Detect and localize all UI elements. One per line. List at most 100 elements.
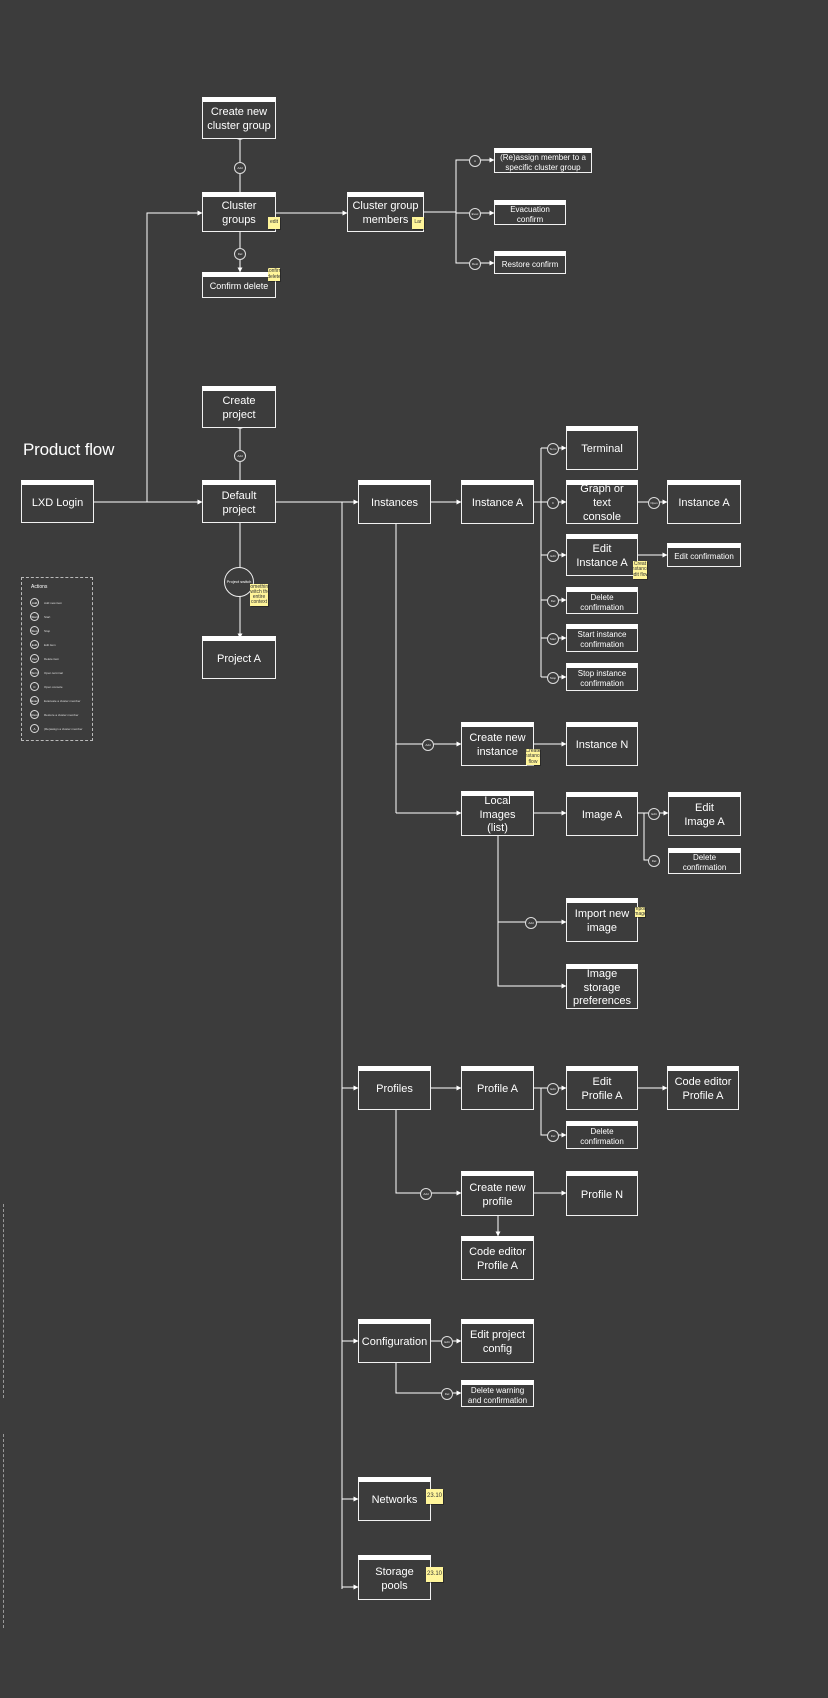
action-icon: Start (30, 612, 39, 621)
node-start-instance-confirmation[interactable]: Start instance confirmation (566, 624, 638, 652)
sticky-note: Confirm delete (268, 268, 280, 281)
legend-item: Rest Restore a cluster member (30, 710, 79, 719)
action-badge: Del (234, 248, 246, 260)
legend-item: Add Add new item (30, 598, 62, 607)
action-icon: Add (30, 598, 39, 607)
node-stop-instance-confirmation[interactable]: Stop instance confirmation (566, 663, 638, 691)
legend-item-label: Restore a cluster member (44, 712, 79, 717)
legend-item: Start Start (30, 612, 50, 621)
node-delete-warning[interactable]: Delete warning and confirmation (461, 1380, 534, 1407)
legend-item: Evac Evacuate a cluster member (30, 696, 81, 705)
node-storage-pools[interactable]: Storage pools (358, 1555, 431, 1600)
action-badge: Del (547, 1130, 559, 1142)
action-badge: Start (547, 633, 559, 645)
action-badge: Del (648, 855, 660, 867)
legend-item-label: (Re)assign a cluster member (44, 726, 83, 731)
sticky-note: Lar (412, 217, 424, 229)
node-create-project[interactable]: Create project (202, 386, 276, 428)
node-evacuation-confirm[interactable]: Evacuation confirm (494, 200, 566, 225)
node-code-editor-profile-a[interactable]: Code editor Profile A (667, 1066, 739, 1110)
node-reassign-member[interactable]: (Re)assign member to a specific cluster … (494, 148, 592, 173)
legend-item: C Open console (30, 682, 63, 691)
action-badge: Evac (469, 208, 481, 220)
action-badge: Add (234, 450, 246, 462)
node-cluster-groups[interactable]: Cluster groups (202, 192, 276, 232)
legend-item-label: Evacuate a cluster member (44, 698, 81, 703)
sticky-note: 23.10 (426, 1489, 443, 1504)
node-edit-profile-a[interactable]: Edit Profile A (566, 1066, 638, 1110)
action-icon: Evac (30, 696, 39, 705)
node-graph-console[interactable]: Graph or text console (566, 480, 638, 524)
node-configuration[interactable]: Configuration (358, 1319, 431, 1363)
node-profiles[interactable]: Profiles (358, 1066, 431, 1110)
node-confirm-delete[interactable]: Confirm delete (202, 272, 276, 298)
action-badge: Edit (547, 550, 559, 562)
action-badge: Term (547, 443, 559, 455)
action-icon: Del (30, 654, 39, 663)
node-local-images[interactable]: Local Images (list) (461, 791, 534, 836)
sticky-note: Import image (635, 907, 645, 917)
node-instances[interactable]: Instances (358, 480, 431, 524)
node-instance-n[interactable]: Instance N (566, 722, 638, 766)
node-image-storage-preferences[interactable]: Image storage preferences (566, 964, 638, 1009)
legend-item-label: Start (44, 614, 51, 619)
node-edit-instance-a[interactable]: Edit Instance A (566, 534, 638, 576)
legend-title: Actions (31, 584, 48, 590)
node-project-a[interactable]: Project A (202, 636, 276, 679)
action-icon: C (30, 682, 39, 691)
node-instance-a-console[interactable]: Instance A (667, 480, 741, 524)
legend-item-label: Open console (44, 684, 63, 689)
legend-item-label: Delete item (44, 656, 60, 661)
action-badge: Add (525, 917, 537, 929)
action-icon: Rest (30, 710, 39, 719)
node-create-cluster-group[interactable]: Create new cluster group (202, 97, 276, 139)
actions-legend: Actions Add Add new item Start Start Stop S… (21, 577, 93, 741)
legend-item-label: Add new item (44, 600, 63, 605)
legend-item: Stop Stop (30, 626, 50, 635)
action-icon: Term (30, 668, 39, 677)
legend-item: Del Delete item (30, 654, 59, 663)
node-delete-confirmation-instance[interactable]: Delete confirmation (566, 587, 638, 614)
legend-item: Edit Edit item (30, 640, 56, 649)
legend-item: A (Re)assign a cluster member (30, 724, 83, 733)
action-badge: Add (420, 1188, 432, 1200)
node-terminal[interactable]: Terminal (566, 426, 638, 470)
node-image-a[interactable]: Image A (566, 792, 638, 836)
action-badge: Edit (441, 1336, 453, 1348)
node-default-project[interactable]: Default project (202, 480, 276, 523)
action-icon: Stop (30, 626, 39, 635)
frame-edge (3, 1434, 4, 1628)
node-edit-image-a[interactable]: Edit Image A (668, 792, 741, 836)
frame-edge (3, 1204, 4, 1398)
node-profile-n[interactable]: Profile N (566, 1171, 638, 1216)
node-instance-a[interactable]: Instance A (461, 480, 534, 524)
legend-item-label: Edit item (44, 642, 56, 647)
action-badge: Stop (547, 672, 559, 684)
node-profile-a[interactable]: Profile A (461, 1066, 534, 1110)
sticky-note: 23.10 (426, 1567, 443, 1582)
legend-item-label: Stop (44, 628, 51, 633)
action-icon: Edit (30, 640, 39, 649)
node-code-editor-profile-a-2[interactable]: Code editor Profile A (461, 1236, 534, 1280)
sticky-note: Create instance flow (526, 749, 540, 765)
action-badge: C (547, 497, 559, 509)
node-delete-confirmation-image[interactable]: Delete confirmation (668, 848, 741, 874)
action-badge: Rest (469, 258, 481, 270)
action-badge: Open (648, 497, 660, 509)
legend-item: Term Open terminal (30, 668, 63, 677)
action-icon: A (30, 724, 39, 733)
action-badge: Edit (648, 808, 660, 820)
node-create-new-profile[interactable]: Create new profile (461, 1171, 534, 1216)
node-delete-confirmation-profile[interactable]: Delete confirmation (566, 1121, 638, 1149)
node-edit-project-config[interactable]: Edit project config (461, 1319, 534, 1363)
node-networks[interactable]: Networks (358, 1477, 431, 1521)
node-lxd-login[interactable]: LXD Login (21, 480, 94, 523)
node-restore-confirm[interactable]: Restore confirm (494, 251, 566, 274)
action-badge: Add (234, 162, 246, 174)
node-edit-confirmation[interactable]: Edit confirmation (667, 543, 741, 567)
node-import-new-image[interactable]: Import new image (566, 898, 638, 942)
action-badge: A (469, 155, 481, 167)
node-create-new-instance[interactable]: Create new instance (461, 722, 534, 766)
action-badge: Edit (547, 1083, 559, 1095)
legend-item-label: Open terminal (44, 670, 63, 675)
